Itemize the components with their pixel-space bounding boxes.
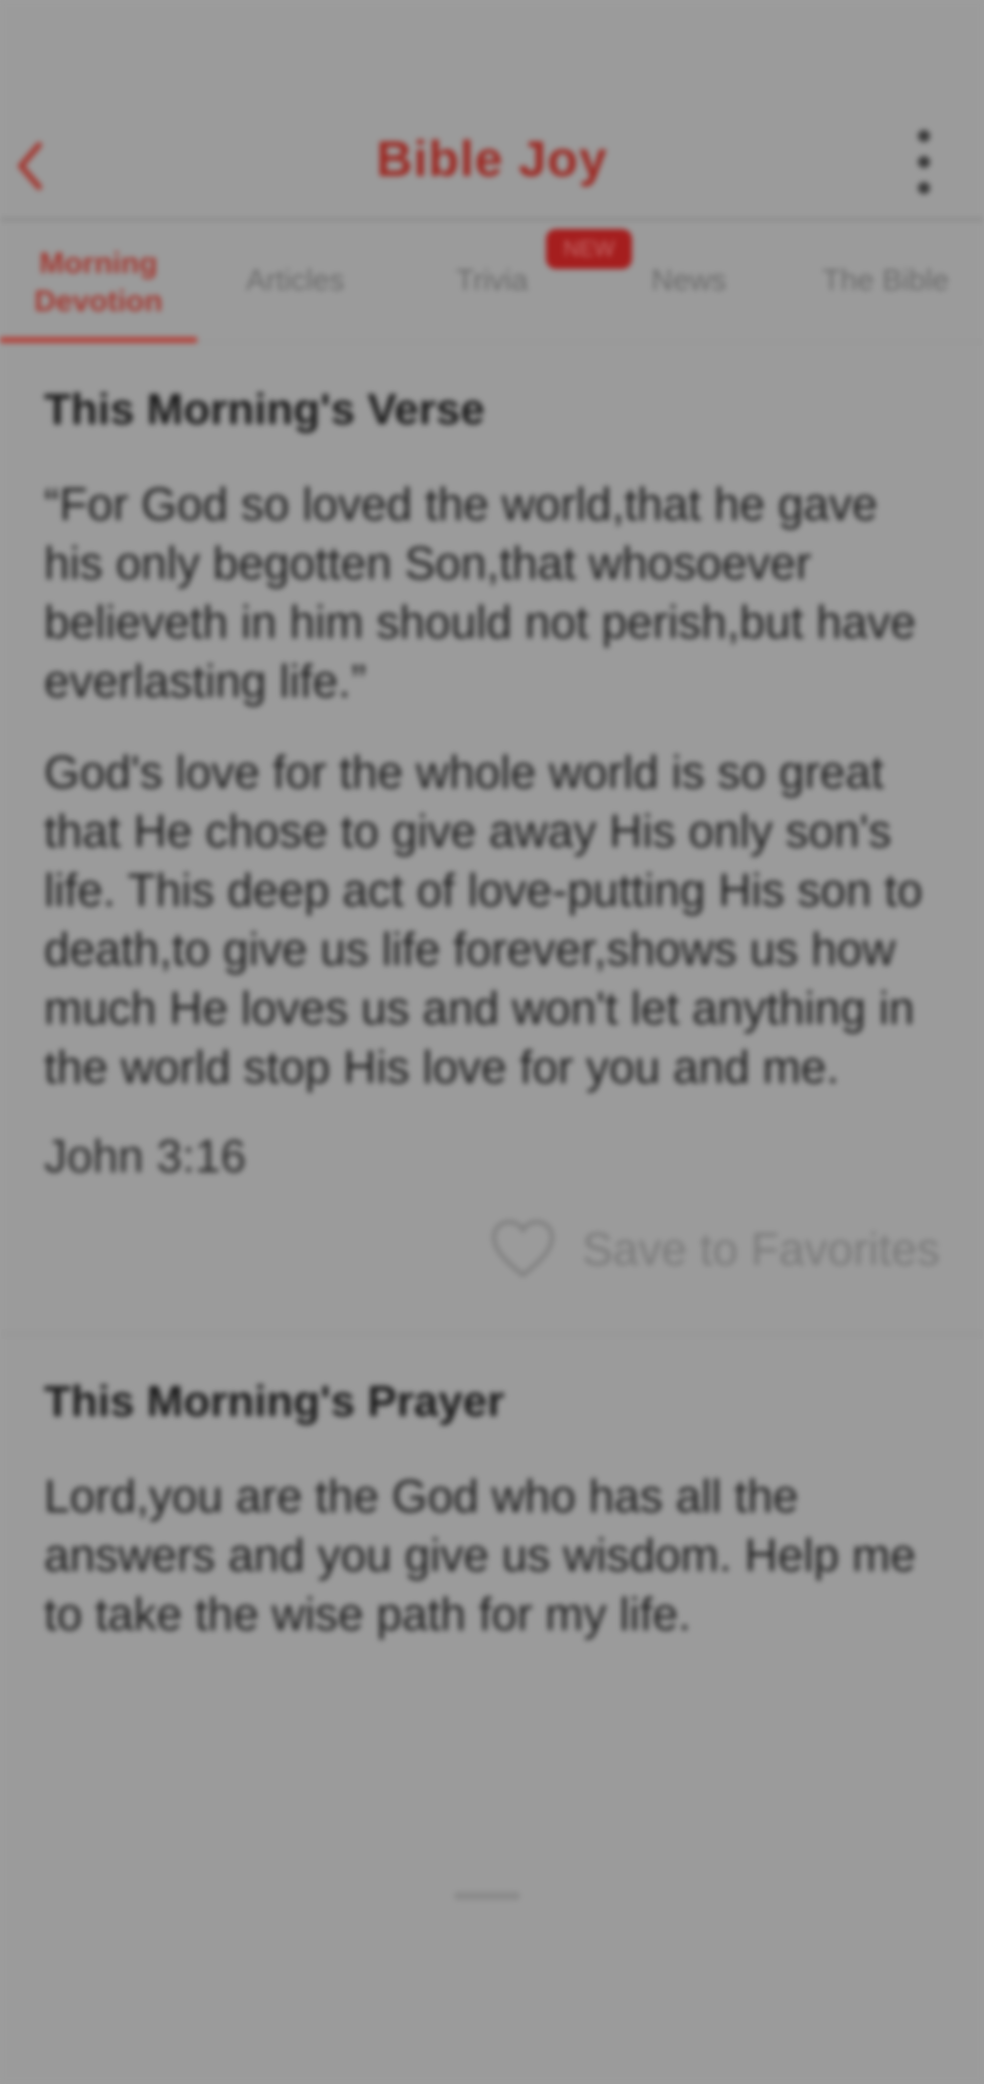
section-divider: [0, 1333, 984, 1335]
tab-articles[interactable]: Articles: [197, 221, 394, 341]
tab-bar: Morning Devotion Articles Trivia News Th…: [0, 221, 984, 343]
verse-section: This Morning's Verse “For God so loved t…: [0, 385, 984, 1319]
prayer-section: This Morning's Prayer Lord,you are the G…: [0, 1377, 984, 1644]
verse-reference: John 3:16: [44, 1130, 247, 1182]
more-dot-icon: [918, 182, 930, 194]
save-to-favorites-button[interactable]: Save to Favorites: [44, 1209, 940, 1319]
tab-morning-devotion[interactable]: Morning Devotion: [0, 221, 197, 343]
more-dot-icon: [918, 156, 930, 168]
prayer-text: Lord,you are the God who has all the ans…: [44, 1470, 916, 1640]
prayer-section-title: This Morning's Prayer: [44, 1377, 505, 1426]
home-indicator: [454, 1892, 520, 1900]
save-to-favorites-label: Save to Favorites: [582, 1223, 940, 1275]
tab-the-bible[interactable]: The Bible: [787, 221, 984, 341]
app-header: Bible Joy: [0, 100, 984, 218]
more-dot-icon: [918, 130, 930, 142]
app-title: Bible Joy: [376, 131, 608, 187]
devotional-text: God's love for the whole world is so gre…: [44, 746, 923, 1093]
app-screen: Bible Joy Morning Devotion Articles Triv…: [0, 0, 984, 2084]
chevron-left-icon: [18, 142, 42, 190]
verse-section-title: This Morning's Verse: [44, 385, 485, 434]
status-bar: [0, 0, 984, 100]
more-options-button[interactable]: [914, 130, 934, 194]
heart-icon: [492, 1219, 555, 1278]
verse-text: “For God so loved the world,that he gave…: [44, 478, 917, 707]
new-badge: NEW: [546, 229, 632, 269]
back-button[interactable]: [6, 138, 54, 194]
